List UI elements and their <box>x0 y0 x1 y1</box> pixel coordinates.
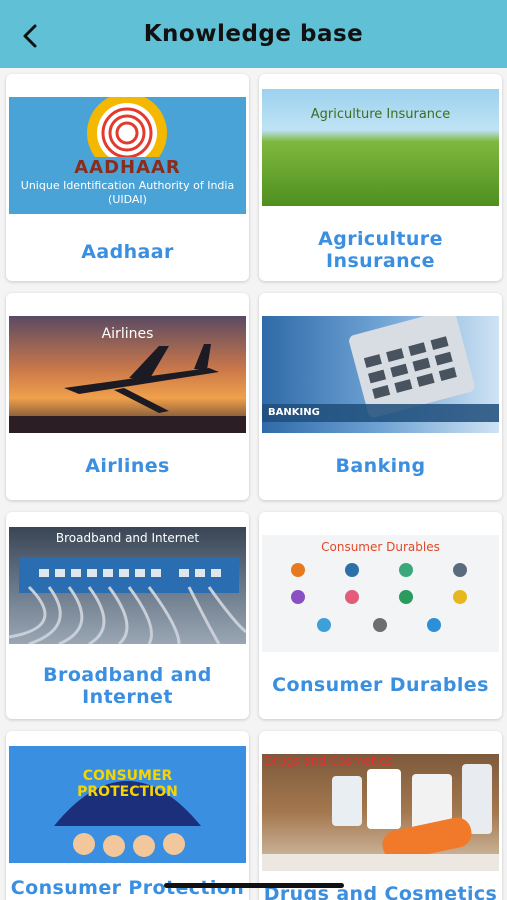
drugs-cosmetics-thumb-title: Drugs and Cosmetics <box>264 754 392 768</box>
broadband-thumb-title: Broadband and Internet <box>55 531 200 545</box>
consumer-protection-thumb-title: CONSUMER PROTECTION <box>77 768 178 800</box>
card-drugs-cosmetics[interactable]: Drugs and Cosmetics Drugs and Cosmetics <box>259 731 502 900</box>
airlines-thumbnail: Airlines <box>9 316 246 433</box>
agriculture-thumb-title: Agriculture Insurance <box>310 107 451 122</box>
knowledge-grid: AADHAAR Unique Identification Authority … <box>0 68 507 900</box>
card-aadhaar[interactable]: AADHAAR Unique Identification Authority … <box>6 74 249 281</box>
agriculture-thumbnail: Agriculture Insurance <box>262 89 499 206</box>
card-agriculture-insurance[interactable]: Agriculture Insurance Agriculture Insura… <box>259 74 502 281</box>
banking-thumb-title: BANKING <box>268 407 320 418</box>
consumer-durables-thumb-title: Consumer Durables <box>321 540 440 554</box>
card-banking[interactable]: BANKING Banking <box>259 293 502 500</box>
back-button[interactable] <box>14 18 46 54</box>
banking-thumbnail: BANKING <box>262 316 499 433</box>
aadhaar-logo-text: AADHAAR <box>74 157 181 178</box>
card-label: Banking <box>335 455 426 477</box>
aadhaar-thumbnail: AADHAAR Unique Identification Authority … <box>9 97 246 214</box>
card-label: Airlines <box>85 455 170 477</box>
page-title: Knowledge base <box>143 21 364 47</box>
card-label: Consumer Durables <box>272 674 489 696</box>
card-label: Broadband and Internet <box>43 664 212 708</box>
card-broadband-internet[interactable]: Broadband and Internet Broadband and Int… <box>6 512 249 719</box>
card-label: Consumer Protection <box>10 877 245 899</box>
consumer-durables-thumbnail: Consumer Durables <box>262 535 499 652</box>
card-consumer-durables[interactable]: Consumer Durables Consumer Durables <box>259 512 502 719</box>
card-airlines[interactable]: Airlines Airlines <box>6 293 249 500</box>
airlines-thumb-title: Airlines <box>101 326 154 342</box>
drugs-cosmetics-thumbnail: Drugs and Cosmetics <box>262 754 499 871</box>
consumer-protection-thumbnail: CONSUMER PROTECTION <box>9 746 246 863</box>
home-indicator <box>164 883 344 888</box>
chevron-left-icon <box>23 24 37 48</box>
app-header: Knowledge base <box>0 0 507 68</box>
card-consumer-protection[interactable]: CONSUMER PROTECTION Consumer Protection <box>6 731 249 900</box>
aadhaar-subtitle: Unique Identification Authority of India… <box>20 179 235 206</box>
broadband-thumbnail: Broadband and Internet <box>9 527 246 644</box>
card-label: Agriculture Insurance <box>318 228 443 272</box>
card-label: Aadhaar <box>81 241 174 263</box>
